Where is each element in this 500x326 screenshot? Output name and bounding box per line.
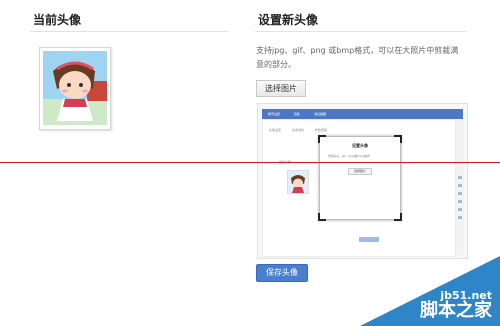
new-avatar-title: 设置新头像 [258,13,319,27]
preview-avatar-thumbnail [287,170,309,194]
crop-corner-handle [318,213,326,221]
preview-subtab: 头像设置 [269,128,282,132]
preview-tab: 消息提醒 [314,112,327,116]
crop-dialog-button: 选择图片 [348,168,372,175]
red-divider-line [0,162,500,163]
preview-sidebar [456,119,464,255]
crop-selection-box: 设置头像 支持jpg、gif、png或bmp格式 选择图片 [318,135,402,221]
cartoon-girl-avatar [291,175,305,193]
preview-tabbar: 帐号设置 隐私 消息提醒 [262,109,463,119]
crop-corner-handle [318,135,326,143]
cartoon-girl-avatar [43,51,107,125]
current-avatar-title: 当前头像 [33,13,82,27]
preview-tab: 隐私 [294,112,301,116]
save-avatar-button[interactable]: 保存头像 [256,264,308,282]
preview-sidebar-item [458,200,462,203]
preview-tab: 帐号设置 [268,112,281,116]
preview-sidebar-item [458,216,462,219]
crop-corner-handle [394,135,402,143]
preview-sidebar-item [458,184,462,187]
preview-sidebar-item [458,192,462,195]
preview-subtab: 修改密码 [314,128,327,132]
current-avatar-image [39,47,111,130]
choose-image-button[interactable]: 选择图片 [256,80,306,97]
preview-sidebar-item [458,208,462,211]
preview-sidebar-item [458,176,462,179]
format-hint: 支持jpg、gif、png 或bmp格式，可以在大照片中剪裁满意的部分。 [256,46,459,69]
title-divider [30,31,228,32]
watermark-name: 脚本之家 [420,300,492,321]
preview-subtab: 基本资料 [291,128,304,132]
crop-corner-handle [394,213,402,221]
title-divider [255,31,467,32]
preview-save-button [359,237,379,242]
crop-dialog-title: 设置头像 [352,143,368,148]
preview-subtabs: 头像设置 基本资料 修改密码 [269,126,337,134]
crop-dialog-text: 支持jpg、gif、png或bmp格式 [328,154,370,158]
